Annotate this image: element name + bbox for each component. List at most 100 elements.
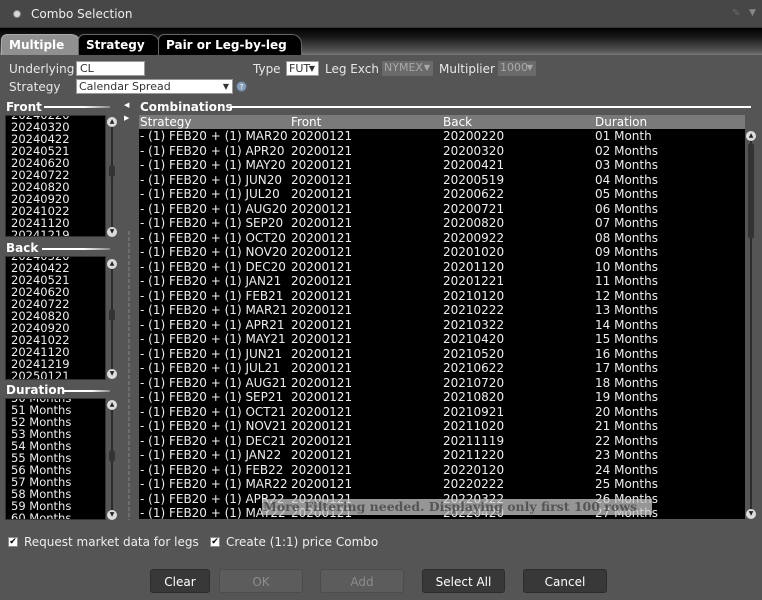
cell-strategy: - (1) FEB20 + (1) MAY20 (140, 158, 286, 172)
cell-front: 20200121 (291, 245, 353, 259)
scroll-down-icon[interactable]: ▼ (107, 510, 117, 520)
scroll-thumb[interactable] (109, 165, 115, 177)
table-row[interactable]: - (1) FEB20 + (1) OCT21 20200121 20210921 2… (139, 405, 745, 420)
scroll-up-icon[interactable]: ▲ (107, 259, 117, 269)
scroll-up-icon[interactable]: ▲ (107, 400, 117, 410)
table-row[interactable]: - (1) FEB20 + (1) JUL20 20200121 20200622 0… (139, 187, 745, 202)
expand-right-icon[interactable]: ▶ (124, 114, 129, 122)
back-scrollbar[interactable]: ▲ ▼ (107, 259, 117, 379)
underlying-input[interactable]: CL (76, 61, 145, 76)
table-row[interactable]: - (1) FEB20 + (1) NOV21 20200121 20211020 2… (139, 419, 745, 434)
table-row[interactable]: - (1) FEB20 + (1) APR20 20200121 20200320 0… (139, 144, 745, 159)
add-button[interactable]: Add (320, 569, 404, 593)
multiplier-select[interactable]: 1000 ▼ (498, 61, 536, 76)
table-row[interactable]: - (1) FEB20 + (1) JAN22 20200121 20211220 2… (139, 448, 745, 463)
scroll-down-icon[interactable]: ▼ (107, 227, 117, 237)
table-row[interactable]: - (1) FEB20 + (1) FEB22 20200121 20220120 2… (139, 463, 745, 478)
list-item[interactable]: 20241219 (6, 229, 105, 236)
strategy-select[interactable]: Calendar Spread ▼ (76, 79, 233, 94)
back-list[interactable]: 20240320 20240422 20240521 20240620 2024… (5, 256, 106, 380)
request-market-data-checkbox[interactable]: ✔ Request market data for legs (8, 535, 199, 549)
leg-exch-select[interactable]: NYMEX ▼ (382, 61, 433, 76)
scroll-up-icon[interactable]: ▲ (107, 117, 117, 127)
table-row[interactable]: - (1) FEB20 + (1) APR21 20200121 20210322 1… (139, 318, 745, 333)
table-row[interactable]: - (1) FEB20 + (1) JUL21 20200121 20210622 1… (139, 361, 745, 376)
checkbox-checked-icon[interactable]: ✔ (8, 537, 18, 547)
table-row[interactable]: - (1) FEB20 + (1) JUN20 20200121 20200519 0… (139, 173, 745, 188)
cell-front: 20200121 (291, 230, 353, 245)
type-select[interactable]: FUT ▼ (286, 61, 319, 76)
table-row[interactable]: - (1) FEB20 + (1) DEC21 20200121 20211119 2… (139, 434, 745, 449)
cell-strategy: - (1) FEB20 + (1) JUN21 (140, 346, 283, 361)
table-row[interactable]: - (1) FEB20 + (1) JAN21 20200121 20201221 1… (139, 274, 745, 289)
front-scrollbar[interactable]: ▲ ▼ (107, 117, 117, 237)
table-row[interactable]: - (1) FEB20 + (1) NOV20 20200121 20201020 0… (139, 245, 745, 260)
cell-front: 20200121 (291, 404, 353, 419)
cell-duration: 13 Months (595, 303, 658, 317)
column-header-back[interactable]: Back (443, 115, 595, 129)
table-row[interactable]: - (1) FEB20 + (1) OCT20 20200121 20200922 0… (139, 231, 745, 246)
cell-duration: 10 Months (595, 259, 658, 274)
cell-duration: 06 Months (595, 201, 658, 216)
checkbox-checked-icon[interactable]: ✔ (210, 537, 220, 547)
table-row[interactable]: - (1) FEB20 + (1) DEC20 20200121 20201120 1… (139, 260, 745, 275)
select-all-button[interactable]: Select All (422, 569, 505, 593)
table-row[interactable]: - (1) FEB20 + (1) MAR21 20200121 20210222 1… (139, 303, 745, 318)
cell-front: 20200121 (291, 288, 353, 303)
create-price-combo-checkbox[interactable]: ✔ Create (1:1) price Combo (210, 535, 378, 549)
scroll-up-icon[interactable]: ▲ (746, 131, 756, 141)
splitter-handle[interactable] (128, 230, 130, 520)
duration-scrollbar[interactable]: ▲ ▼ (107, 400, 117, 520)
tab-multiple[interactable]: Multiple (1, 34, 81, 55)
window-menu-icon[interactable]: ▼ (749, 8, 756, 18)
table-row[interactable]: - (1) FEB20 + (1) MAY21 20200121 20210420 1… (139, 332, 745, 347)
table-row[interactable]: - (1) FEB20 + (1) AUG21 20200121 20210720 1… (139, 376, 745, 391)
tab-strategy[interactable]: Strategy (78, 34, 160, 55)
front-list[interactable]: 20240220 20240320 20240422 20240521 2024… (5, 115, 106, 237)
strategy-select-value: Calendar Spread (79, 80, 171, 93)
scroll-thumb[interactable] (748, 143, 754, 239)
duration-list[interactable]: 50 Months 51 Months 52 Months 53 Months … (5, 398, 106, 520)
cell-strategy: - (1) FEB20 + (1) MAR22 (140, 477, 288, 491)
cell-back: 20200622 (443, 187, 505, 201)
pin-icon[interactable]: ✎ (732, 8, 740, 19)
scroll-thumb[interactable] (109, 450, 115, 462)
table-row[interactable]: - (1) FEB20 + (1) AUG20 20200121 20200721 0… (139, 202, 745, 217)
column-header-strategy[interactable]: Strategy (139, 115, 291, 129)
cell-back: 20200721 (443, 201, 505, 216)
table-row[interactable]: - (1) FEB20 + (1) SEP20 20200121 20200820 0… (139, 216, 745, 231)
cancel-button[interactable]: Cancel (523, 569, 607, 593)
table-row[interactable]: - (1) FEB20 + (1) MAR20 20200121 20200220 0… (139, 129, 745, 144)
cell-front: 20200121 (291, 201, 353, 216)
combinations-table[interactable]: Strategy Front Back Duration - (1) FEB20… (139, 115, 745, 519)
list-item[interactable]: 20250121 (6, 370, 105, 379)
scroll-down-icon[interactable]: ▼ (107, 369, 117, 379)
clear-button[interactable]: Clear (150, 569, 210, 593)
help-icon[interactable]: ? (236, 81, 247, 92)
scroll-thumb[interactable] (109, 309, 115, 321)
cell-strategy: - (1) FEB20 + (1) MAY21 (140, 332, 286, 346)
column-header-front[interactable]: Front (291, 115, 443, 129)
cell-strategy: - (1) FEB20 + (1) DEC21 (140, 433, 286, 448)
cell-back: 20220120 (443, 462, 505, 477)
table-row[interactable]: - (1) FEB20 + (1) MAY20 20200121 20200421 0… (139, 158, 745, 173)
collapse-left-icon[interactable]: ◀ (124, 101, 129, 109)
ok-button[interactable]: OK (219, 569, 303, 593)
underlying-label: Underlying (9, 62, 75, 76)
tab-pair-or-leg-by-leg[interactable]: Pair or Leg-by-leg (158, 34, 302, 55)
cell-back: 20210120 (443, 288, 505, 303)
combinations-scrollbar[interactable]: ▲ ▼ (746, 131, 756, 519)
cell-back: 20200320 (443, 143, 505, 158)
table-row[interactable]: - (1) FEB20 + (1) FEB21 20200121 20210120 1… (139, 289, 745, 304)
back-header-line (42, 248, 110, 250)
window-icon[interactable] (13, 10, 21, 18)
table-row[interactable]: - (1) FEB20 + (1) JUN21 20200121 20210520 1… (139, 347, 745, 362)
list-item[interactable]: 60 Months (6, 512, 105, 519)
tab-label: Strategy (86, 38, 145, 52)
scroll-down-icon[interactable]: ▼ (746, 509, 756, 519)
table-row[interactable]: - (1) FEB20 + (1) SEP21 20200121 20210820 1… (139, 390, 745, 405)
cell-front: 20200121 (291, 274, 353, 288)
cell-front: 20200121 (291, 129, 353, 143)
table-row[interactable]: - (1) FEB20 + (1) MAR22 20200121 20220222 2… (139, 477, 745, 492)
column-header-duration[interactable]: Duration (595, 115, 745, 129)
